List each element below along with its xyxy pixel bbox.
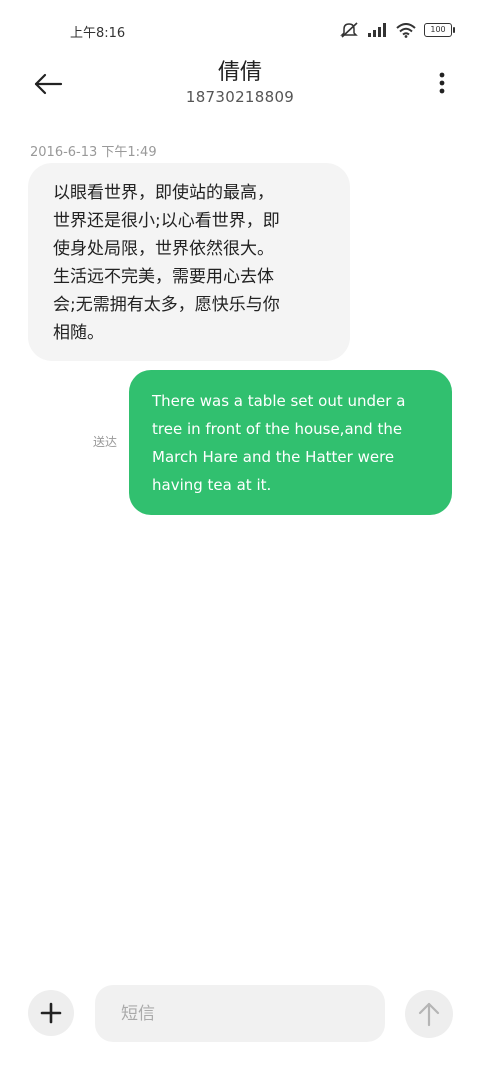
contact-name: 倩倩: [217, 60, 262, 85]
arrow-up-icon: [418, 1002, 440, 1027]
message-line: There was a table set out under a: [152, 392, 406, 410]
status-bar: 上午8:16 100: [0, 0, 480, 62]
contact-number: 18730218809: [185, 88, 295, 106]
status-icons: 100: [340, 22, 455, 38]
signal-icon: [368, 23, 388, 37]
delivery-status: 送达: [93, 435, 118, 449]
battery-icon: 100: [424, 23, 455, 37]
status-time: 上午8:16: [70, 26, 126, 41]
outgoing-message-bubble[interactable]: There was a table set out under a tree i…: [129, 370, 452, 515]
incoming-message-text: 以眼看世界，即使站的最高， 世界还是很小;以心看世界，即 使身处局限，世界依然很…: [53, 179, 326, 347]
message-line: 以眼看世界，即使站的最高，: [53, 183, 274, 203]
mute-icon: [340, 22, 360, 38]
contact-title[interactable]: 倩倩 18730218809: [0, 54, 480, 106]
message-line: 使身处局限，世界依然很大。: [53, 239, 274, 259]
more-vertical-icon: [439, 72, 445, 94]
message-line: 相随。: [53, 323, 104, 343]
plus-icon: [40, 1002, 62, 1024]
outgoing-message-text: There was a table set out under a tree i…: [152, 387, 430, 499]
message-line: 生活远不完美，需要用心去体: [53, 267, 274, 287]
send-button[interactable]: [405, 990, 453, 1038]
message-line: 世界还是很小;以心看世界，即: [53, 211, 280, 231]
wifi-icon: [396, 22, 416, 38]
conversation-header: 倩倩 18730218809: [0, 60, 480, 116]
incoming-message-bubble[interactable]: 以眼看世界，即使站的最高， 世界还是很小;以心看世界，即 使身处局限，世界依然很…: [28, 163, 350, 361]
message-line: March Hare and the Hatter were: [152, 448, 395, 466]
message-line: having tea at it.: [152, 476, 272, 494]
message-line: tree in front of the house,and the: [152, 420, 403, 438]
add-attachment-button[interactable]: [28, 990, 74, 1036]
more-options-button[interactable]: [434, 68, 450, 100]
message-line: 会;无需拥有太多，愿快乐与你: [53, 295, 280, 315]
message-timestamp: 2016-6-13 下午1:49: [30, 145, 157, 160]
message-input[interactable]: [95, 985, 385, 1042]
